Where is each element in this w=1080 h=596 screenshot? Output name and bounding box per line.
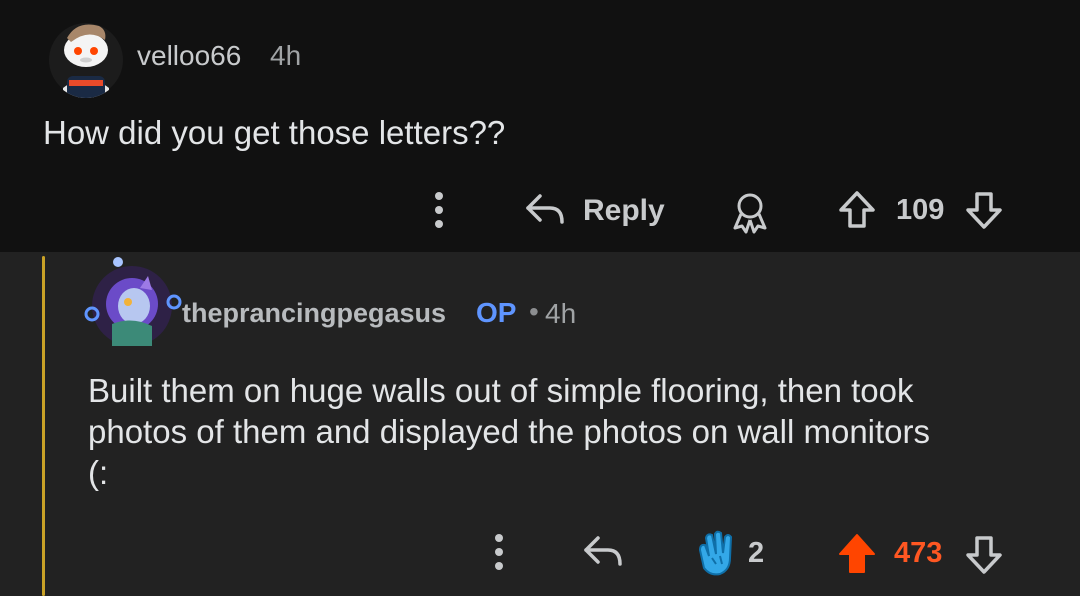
reply-button[interactable]: Reply — [583, 194, 665, 228]
username[interactable]: theprancingpegasus — [182, 298, 446, 329]
award-count: 2 — [748, 537, 765, 569]
comment-body-line: Built them on huge walls out of simple f… — [88, 372, 914, 409]
downvote-icon[interactable] — [962, 188, 1006, 232]
more-icon[interactable] — [424, 188, 454, 234]
comment-body: Built them on huge walls out of simple f… — [88, 370, 1048, 493]
upvote-icon[interactable] — [835, 530, 879, 578]
comment-body: How did you get those letters?? — [43, 114, 506, 151]
timestamp: 4h — [545, 298, 577, 329]
separator: • — [529, 296, 539, 327]
clap-award-icon[interactable] — [692, 528, 742, 578]
thread-line[interactable] — [42, 256, 45, 596]
user-avatar[interactable] — [82, 254, 182, 354]
award-icon[interactable] — [727, 190, 773, 234]
comment-body-line: photos of them and displayed the photos … — [88, 413, 931, 450]
score: 109 — [896, 194, 945, 226]
user-avatar[interactable] — [47, 14, 125, 98]
more-icon[interactable] — [484, 530, 514, 576]
score: 473 — [894, 537, 943, 569]
reply-arrow-icon[interactable] — [580, 532, 626, 572]
upvote-icon[interactable] — [835, 188, 879, 232]
comment-body-line: (: — [88, 454, 109, 491]
reply-arrow-icon[interactable] — [522, 190, 568, 230]
downvote-icon[interactable] — [962, 530, 1006, 578]
username[interactable]: velloo66 — [137, 40, 241, 72]
timestamp: 4h — [270, 40, 302, 71]
op-badge: OP — [476, 297, 517, 328]
